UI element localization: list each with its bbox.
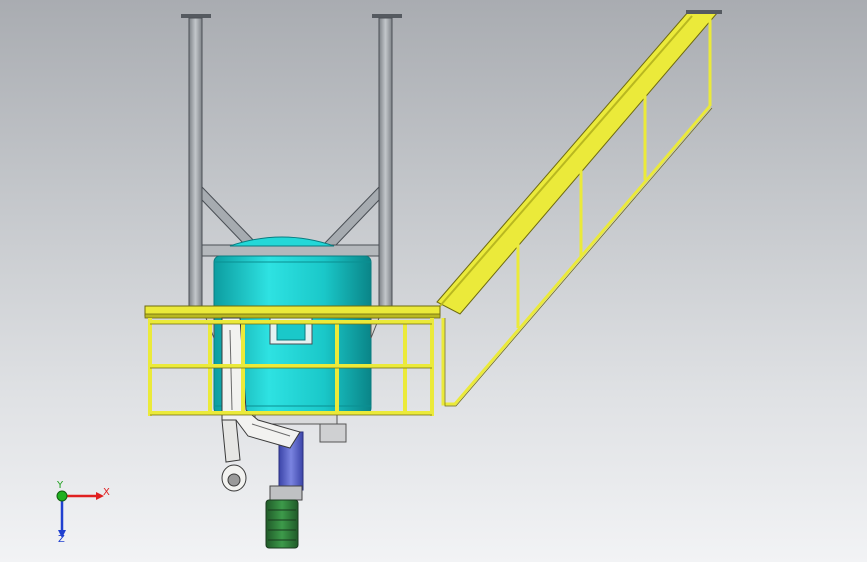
- staircase[interactable]: [436, 10, 722, 407]
- y-axis-label: Y: [57, 480, 64, 491]
- z-axis-label: Z: [58, 534, 65, 545]
- model-scene[interactable]: [0, 0, 867, 562]
- graphics-viewport[interactable]: X Y Z: [0, 0, 867, 562]
- platform-deck[interactable]: [144, 305, 441, 319]
- x-axis-label: X: [103, 487, 110, 498]
- reference-triad: X Y Z: [40, 478, 120, 548]
